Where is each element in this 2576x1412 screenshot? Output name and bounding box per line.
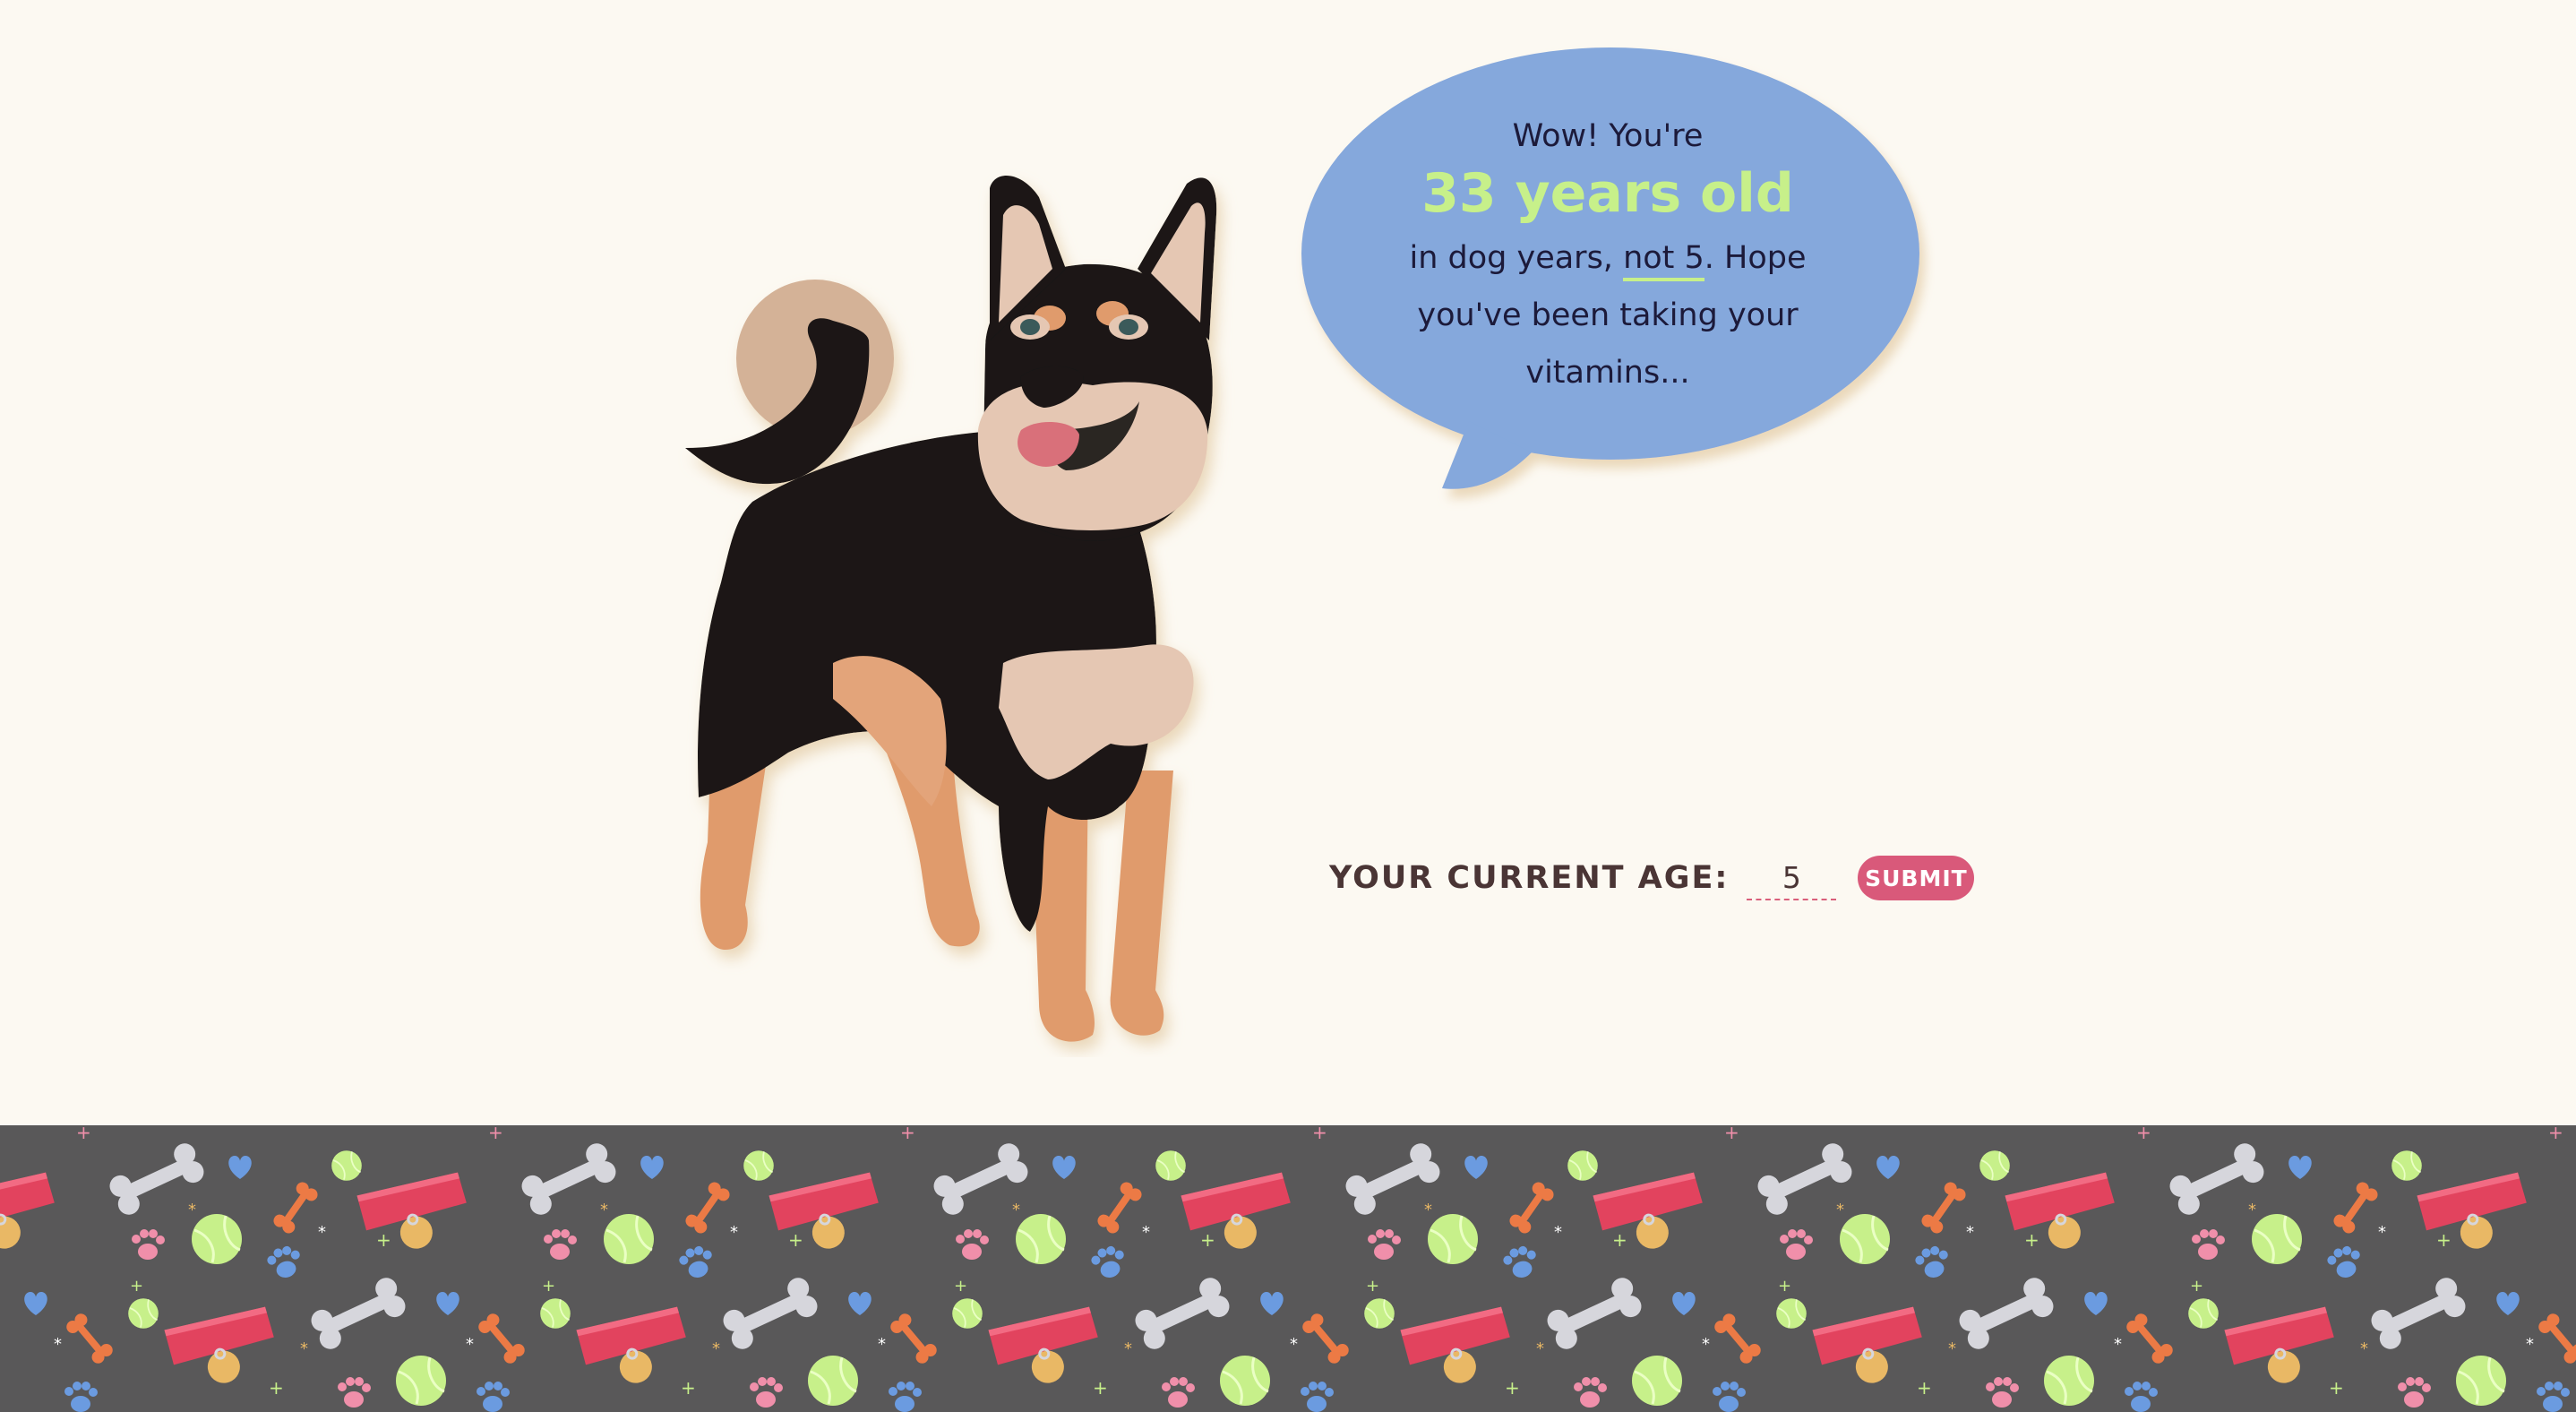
- pet-pattern-banner: + + * * + * * +: [0, 1125, 2576, 1412]
- pattern-svg: + + * * + * * +: [0, 1125, 2576, 1412]
- dog-age-result: 33 years old: [1421, 162, 1794, 225]
- explanation-line-3: vitamins...: [1525, 355, 1690, 391]
- main-stage: Wow! You're 33 years old in dog years, n…: [0, 0, 2576, 1125]
- human-age-underline: not 5: [1623, 240, 1704, 281]
- intro-text: Wow! You're: [1512, 118, 1704, 154]
- pattern-tiles: [0, 1125, 2576, 1412]
- explanation-line-2: you've been taking your: [1417, 297, 1799, 333]
- shiba-dog-illustration: [685, 176, 1217, 1042]
- submit-button[interactable]: SUBMIT: [1858, 856, 1975, 900]
- bubble-message: Wow! You're 33 years old in dog years, n…: [1335, 116, 1881, 401]
- age-form: YOUR CURRENT AGE: SUBMIT: [1329, 851, 1975, 905]
- explanation-line: in dog years, not 5. Hope: [1335, 229, 1881, 287]
- age-input[interactable]: [1747, 856, 1837, 900]
- explanation-suffix: . Hope: [1704, 240, 1807, 276]
- age-label: YOUR CURRENT AGE:: [1329, 860, 1730, 896]
- explanation-prefix: in dog years,: [1409, 240, 1624, 276]
